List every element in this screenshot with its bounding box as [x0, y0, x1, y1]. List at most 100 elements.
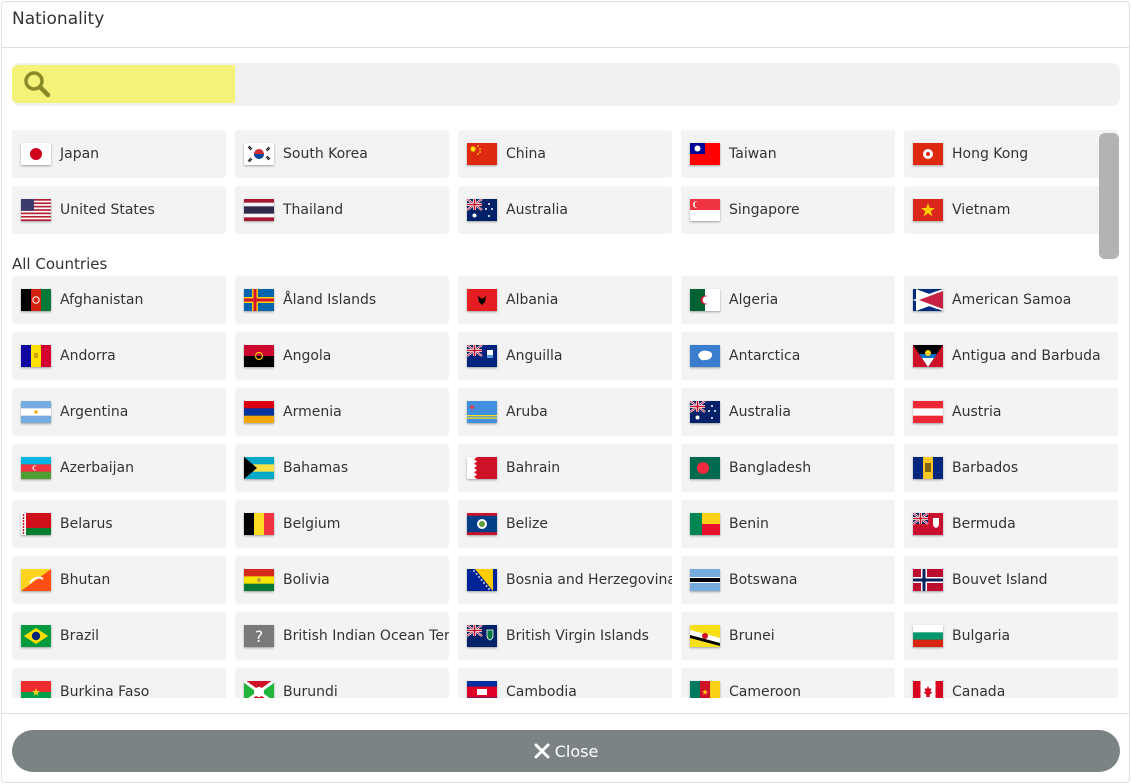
country-item[interactable]: Cameroon: [681, 668, 895, 698]
country-item[interactable]: Belarus: [12, 500, 226, 548]
country-label: Bermuda: [952, 516, 1016, 532]
country-item[interactable]: Bouvet Island: [904, 556, 1118, 604]
flag-bf-icon: [21, 681, 51, 698]
flag-au-icon: [467, 199, 497, 221]
favorite-country-item[interactable]: Vietnam: [904, 186, 1118, 234]
flag-bn-icon: [690, 625, 720, 647]
country-item[interactable]: Afghanistan: [12, 276, 226, 324]
country-label: Armenia: [283, 404, 342, 420]
country-item[interactable]: American Samoa: [904, 276, 1118, 324]
country-item[interactable]: Armenia: [235, 388, 449, 436]
flag-jp-icon: [21, 143, 51, 165]
country-item[interactable]: Australia: [681, 388, 895, 436]
flag-unknown-icon: ?: [244, 625, 274, 647]
favorite-country-item[interactable]: United States: [12, 186, 226, 234]
country-label: Brazil: [60, 628, 100, 644]
search-input[interactable]: [58, 68, 1108, 100]
dialog-footer: Close: [2, 713, 1129, 784]
country-item[interactable]: Antigua and Barbuda: [904, 332, 1118, 380]
flag-au-icon: [690, 401, 720, 423]
flag-ao-icon: [244, 345, 274, 367]
country-item[interactable]: Belize: [458, 500, 672, 548]
flag-at-icon: [913, 401, 943, 423]
country-label: Åland Islands: [283, 292, 377, 308]
country-label: China: [506, 146, 546, 162]
close-icon: [534, 743, 550, 759]
country-item[interactable]: Aruba: [458, 388, 672, 436]
country-item[interactable]: Brazil: [12, 612, 226, 660]
flag-bv-icon: [913, 569, 943, 591]
flag-aq-icon: [690, 345, 720, 367]
country-label: Antigua and Barbuda: [952, 348, 1101, 364]
flag-bm-icon: [913, 513, 943, 535]
favorite-country-item[interactable]: Australia: [458, 186, 672, 234]
flag-ag-icon: [913, 345, 943, 367]
country-item[interactable]: Canada: [904, 668, 1118, 698]
country-item[interactable]: Bosnia and Herzegovina: [458, 556, 672, 604]
country-item[interactable]: Austria: [904, 388, 1118, 436]
country-label: Barbados: [952, 460, 1019, 476]
country-item[interactable]: Angola: [235, 332, 449, 380]
country-label: South Korea: [283, 146, 368, 162]
country-item[interactable]: Burkina Faso: [12, 668, 226, 698]
country-item[interactable]: Bermuda: [904, 500, 1118, 548]
country-label: Canada: [952, 684, 1006, 698]
favorite-country-item[interactable]: China: [458, 130, 672, 178]
favorite-country-item[interactable]: Japan: [12, 130, 226, 178]
list-scrollbar[interactable]: [1099, 133, 1119, 259]
country-item[interactable]: Antarctica: [681, 332, 895, 380]
favorite-country-item[interactable]: Singapore: [681, 186, 895, 234]
country-item[interactable]: Bahamas: [235, 444, 449, 492]
country-label: Anguilla: [506, 348, 563, 364]
country-item[interactable]: Botswana: [681, 556, 895, 604]
country-label: Hong Kong: [952, 146, 1029, 162]
country-label: Singapore: [729, 202, 800, 218]
country-label: Bangladesh: [729, 460, 812, 476]
country-item[interactable]: Bahrain: [458, 444, 672, 492]
close-button[interactable]: Close: [12, 730, 1120, 772]
country-item[interactable]: ? British Indian Ocean Terri: [235, 612, 449, 660]
country-item[interactable]: Azerbaijan: [12, 444, 226, 492]
flag-af-icon: [21, 289, 51, 311]
country-label: Benin: [729, 516, 769, 532]
close-button-label: Close: [554, 741, 599, 761]
flag-cm-icon: [690, 681, 720, 698]
country-item[interactable]: Bolivia: [235, 556, 449, 604]
country-item[interactable]: Belgium: [235, 500, 449, 548]
flag-kh-icon: [467, 681, 497, 698]
country-item[interactable]: Algeria: [681, 276, 895, 324]
favorite-country-item[interactable]: Taiwan: [681, 130, 895, 178]
country-item[interactable]: Albania: [458, 276, 672, 324]
country-item[interactable]: Andorra: [12, 332, 226, 380]
country-item[interactable]: Bulgaria: [904, 612, 1118, 660]
country-item[interactable]: Åland Islands: [235, 276, 449, 324]
country-label: British Virgin Islands: [506, 628, 649, 644]
flag-al-icon: [467, 289, 497, 311]
country-label: Cameroon: [729, 684, 802, 698]
flag-tw-icon: [690, 143, 720, 165]
favorite-country-item[interactable]: Hong Kong: [904, 130, 1118, 178]
country-item[interactable]: Bhutan: [12, 556, 226, 604]
country-label: Bosnia and Herzegovina: [506, 572, 672, 588]
country-item[interactable]: Cambodia: [458, 668, 672, 698]
country-label: Brunei: [729, 628, 775, 644]
country-item[interactable]: Barbados: [904, 444, 1118, 492]
favorite-country-item[interactable]: South Korea: [235, 130, 449, 178]
flag-be-icon: [244, 513, 274, 535]
country-label: Burkina Faso: [60, 684, 150, 698]
country-item[interactable]: British Virgin Islands: [458, 612, 672, 660]
country-item[interactable]: Benin: [681, 500, 895, 548]
country-label: Antarctica: [729, 348, 801, 364]
country-label: Burundi: [283, 684, 338, 698]
svg-text:?: ?: [255, 627, 264, 646]
flag-br-icon: [21, 625, 51, 647]
country-item[interactable]: Anguilla: [458, 332, 672, 380]
country-item[interactable]: Burundi: [235, 668, 449, 698]
country-item[interactable]: Brunei: [681, 612, 895, 660]
country-label: Australia: [506, 202, 568, 218]
country-item[interactable]: Bangladesh: [681, 444, 895, 492]
favorite-country-item[interactable]: Thailand: [235, 186, 449, 234]
flag-vg-icon: [467, 625, 497, 647]
search-bar: [12, 63, 1120, 106]
country-item[interactable]: Argentina: [12, 388, 226, 436]
